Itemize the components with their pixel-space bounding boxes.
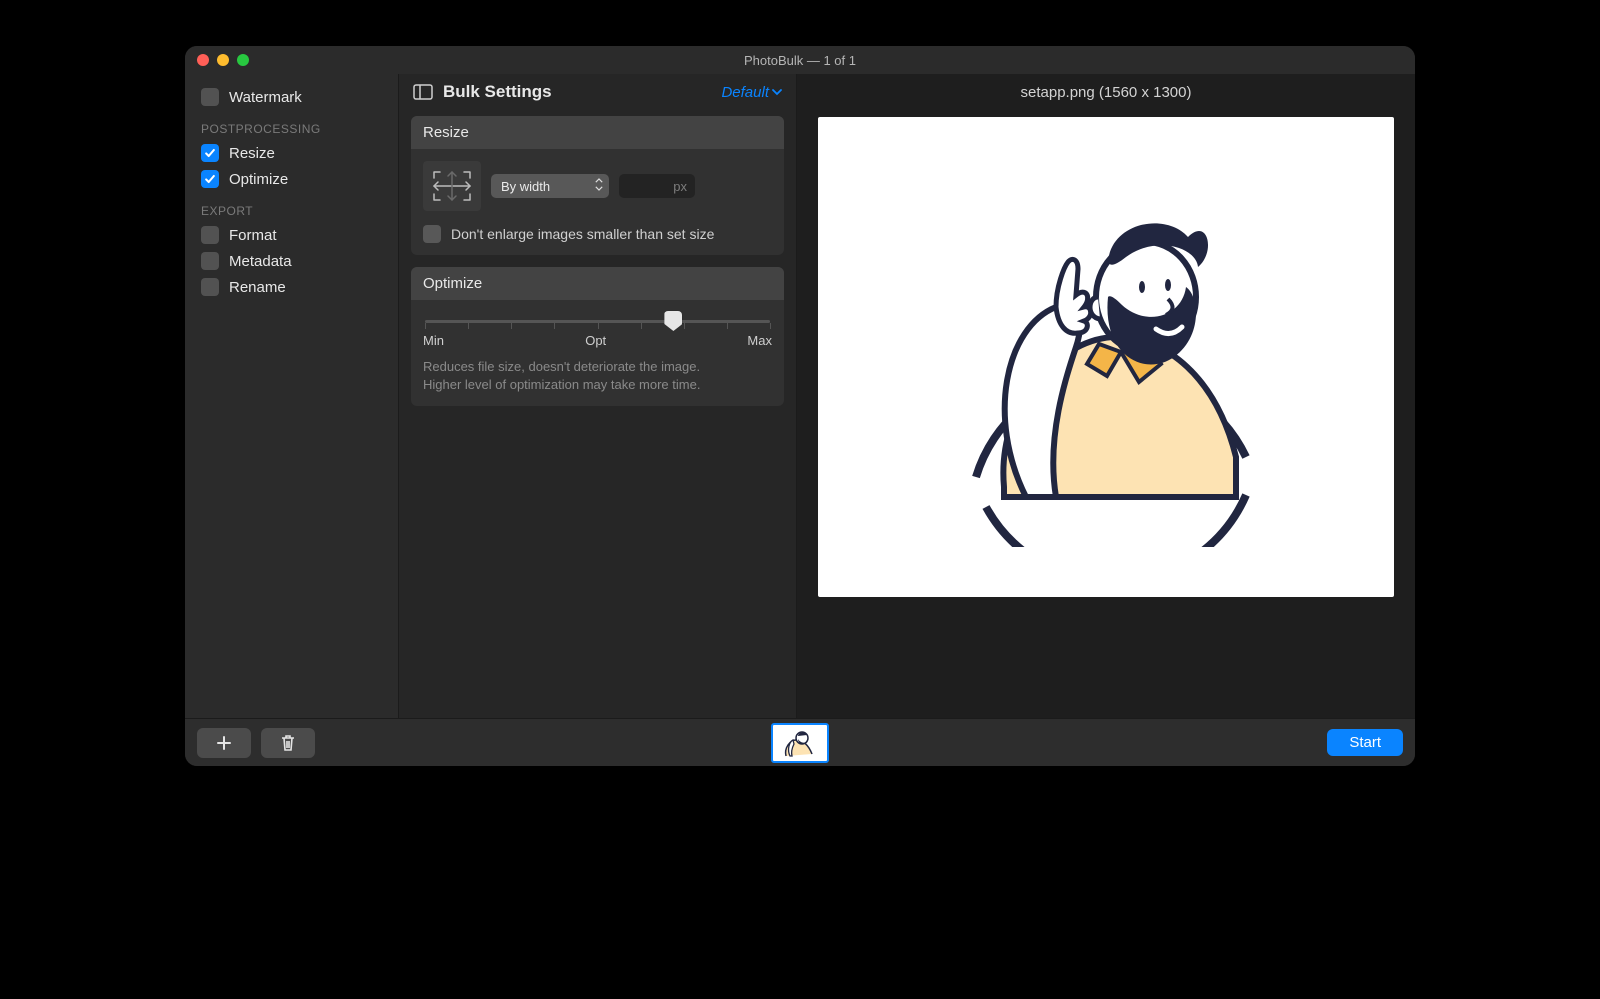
sidebar-item-label: Optimize <box>229 171 288 188</box>
settings-panel: Bulk Settings Default Resize <box>399 74 797 718</box>
slider-track <box>425 320 770 323</box>
chevron-down-icon <box>772 89 782 96</box>
settings-title: Bulk Settings <box>443 82 552 102</box>
sidebar-item-label: Rename <box>229 279 286 296</box>
preview-filename: setapp.png (1560 x 1300) <box>797 74 1415 117</box>
sidebar: Watermark POSTPROCESSING Resize Optimize… <box>185 74 399 718</box>
sidebar-heading-export: EXPORT <box>185 192 398 222</box>
width-input[interactable]: px <box>619 174 695 198</box>
checkbox-unchecked-icon[interactable] <box>423 225 441 243</box>
sidebar-heading-postprocessing: POSTPROCESSING <box>185 110 398 140</box>
optimize-help: Reduces file size, doesn't deteriorate t… <box>423 358 772 394</box>
slider-handle[interactable] <box>664 311 682 331</box>
sidebar-item-format[interactable]: Format <box>185 222 398 248</box>
titlebar: PhotoBulk — 1 of 1 <box>185 46 1415 74</box>
optimize-card: Optimize <box>411 267 784 406</box>
slider-opt-label: Opt <box>585 333 606 348</box>
dimensions-icon[interactable] <box>423 161 481 211</box>
settings-header: Bulk Settings Default <box>399 74 796 110</box>
window-title: PhotoBulk — 1 of 1 <box>185 53 1415 68</box>
optimize-card-header: Optimize <box>411 267 784 300</box>
optimize-help-line1: Reduces file size, doesn't deteriorate t… <box>423 358 772 376</box>
select-value: By width <box>501 179 550 194</box>
checkbox-checked-icon[interactable] <box>201 144 219 162</box>
start-button-label: Start <box>1349 734 1381 751</box>
thumbnail-strip <box>185 723 1415 763</box>
resize-card-header: Resize <box>411 116 784 149</box>
sidebar-item-optimize[interactable]: Optimize <box>185 166 398 192</box>
illustration-bearded-man-icon <box>916 167 1296 547</box>
sidebar-item-metadata[interactable]: Metadata <box>185 248 398 274</box>
thumbnail-item[interactable] <box>771 723 829 763</box>
preview-panel: setapp.png (1560 x 1300) <box>797 74 1415 718</box>
checkbox-checked-icon[interactable] <box>201 170 219 188</box>
sidebar-item-resize[interactable]: Resize <box>185 140 398 166</box>
sidebar-item-rename[interactable]: Rename <box>185 274 398 300</box>
footer: Start <box>185 718 1415 766</box>
resize-card: Resize <box>411 116 784 255</box>
dont-enlarge-label: Don't enlarge images smaller than set si… <box>451 226 714 242</box>
start-button[interactable]: Start <box>1327 729 1403 756</box>
optimize-slider[interactable] <box>425 320 770 323</box>
preview-canvas <box>797 117 1415 718</box>
checkbox-unchecked-icon[interactable] <box>201 88 219 106</box>
slider-labels: Min Opt Max <box>423 333 772 348</box>
thumbnail-image-icon <box>776 726 824 760</box>
unit-label: px <box>673 179 687 194</box>
window-body: Watermark POSTPROCESSING Resize Optimize… <box>185 74 1415 718</box>
sidebar-item-label: Metadata <box>229 253 292 270</box>
preset-label: Default <box>721 84 769 101</box>
slider-max-label: Max <box>747 333 772 348</box>
sidebar-item-label: Format <box>229 227 277 244</box>
preview-image[interactable] <box>818 117 1394 597</box>
checkbox-unchecked-icon[interactable] <box>201 252 219 270</box>
select-stepper-icon <box>595 178 603 191</box>
checkbox-unchecked-icon[interactable] <box>201 278 219 296</box>
resize-mode-select[interactable]: By width <box>491 174 609 198</box>
sidebar-toggle-icon[interactable] <box>413 84 433 100</box>
slider-min-label: Min <box>423 333 444 348</box>
sidebar-item-watermark[interactable]: Watermark <box>185 84 398 110</box>
sidebar-item-label: Watermark <box>229 89 302 106</box>
optimize-help-line2: Higher level of optimization may take mo… <box>423 376 772 394</box>
preset-dropdown[interactable]: Default <box>721 84 782 101</box>
checkbox-unchecked-icon[interactable] <box>201 226 219 244</box>
dont-enlarge-row[interactable]: Don't enlarge images smaller than set si… <box>423 225 772 243</box>
app-window: PhotoBulk — 1 of 1 Watermark POSTPROCESS… <box>185 46 1415 766</box>
sidebar-item-label: Resize <box>229 145 275 162</box>
